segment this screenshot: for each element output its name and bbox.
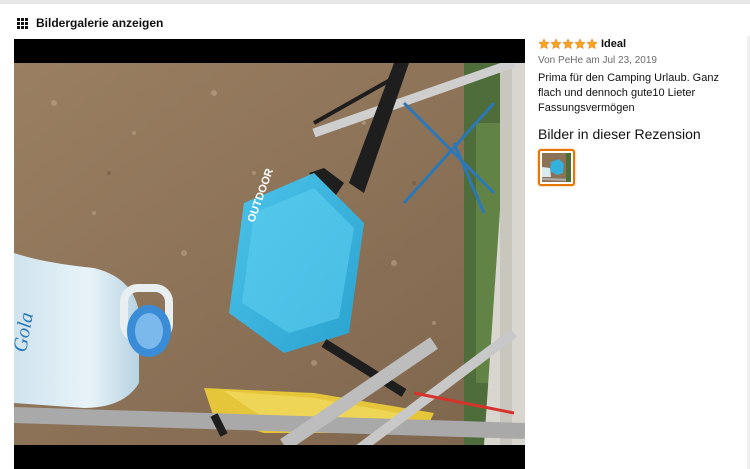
image-viewer[interactable]: OUTDOOR Gola	[14, 39, 525, 469]
review-header: Ideal	[538, 37, 742, 51]
review-title: Ideal	[601, 38, 627, 50]
star-icon	[574, 38, 586, 50]
gallery-link[interactable]: Bildergalerie anzeigen	[36, 16, 163, 30]
review-photo: OUTDOOR Gola	[14, 63, 525, 445]
star-rating	[538, 38, 598, 50]
review-author-date: Von PeHe am Jul 23, 2019	[538, 55, 657, 66]
star-icon	[550, 38, 562, 50]
star-icon	[538, 38, 550, 50]
review-text: Prima für den Camping Urlaub. Ganz flach…	[538, 72, 719, 114]
review-panel: Ideal Von PeHe am Jul 23, 2019 Prima für…	[538, 37, 742, 186]
star-icon	[562, 38, 574, 50]
review-image-thumbnail[interactable]	[538, 149, 575, 186]
gallery-header[interactable]: Bildergalerie anzeigen	[17, 15, 163, 31]
review-images-heading: Bilder in dieser Rezension	[538, 126, 701, 142]
top-divider	[0, 0, 750, 4]
star-icon	[586, 38, 598, 50]
grid-icon	[17, 17, 28, 29]
